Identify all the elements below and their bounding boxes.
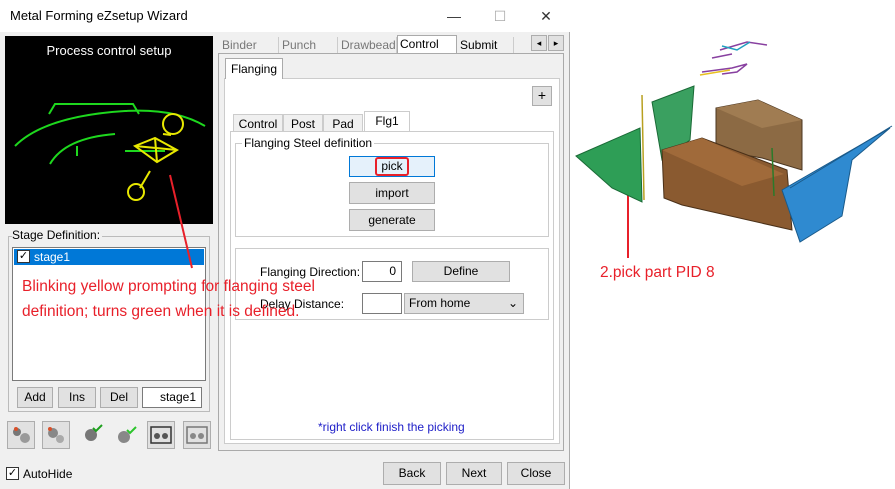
annotation-note-2: 2.pick part PID 8 bbox=[600, 264, 715, 281]
part-model-view bbox=[575, 41, 893, 243]
annotation-note-1: Blinking yellow prompting for flanging s… bbox=[22, 278, 315, 320]
